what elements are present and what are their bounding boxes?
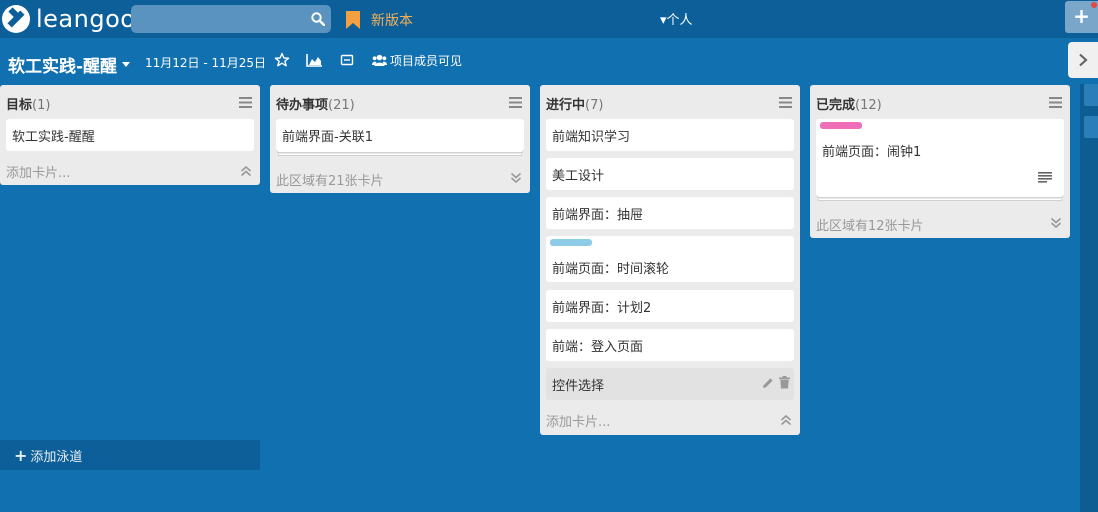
visibility-label: 项目成员可见 [390, 54, 463, 68]
rail-tab[interactable] [1084, 116, 1098, 138]
list-goals: 目标(1) 软工实践-醒醒 添加卡片... [0, 85, 260, 185]
list-in-progress: 进行中(7) 前端知识学习 美工设计 前端界面：抽屉 前端页面：时间滚轮 前端界… [540, 85, 800, 435]
card-title: 前端界面：计划2 [552, 301, 652, 316]
list-count: (12) [855, 98, 882, 113]
hidden-cards-info[interactable]: 此区域有21张卡片 [276, 170, 384, 189]
card-title: 软工实践-醒醒 [12, 130, 95, 145]
list-title[interactable]: 进行中(7) [546, 94, 603, 113]
card-stack-edge [278, 154, 522, 156]
leangoo-logo-icon [2, 5, 30, 33]
hidden-cards-info[interactable]: 此区域有12张卡片 [816, 215, 924, 234]
edit-icon[interactable] [762, 377, 774, 389]
search-box [131, 5, 331, 33]
expand-down-icon[interactable] [1050, 217, 1062, 229]
list-header: 待办事项(21) [270, 85, 530, 119]
collapse-icon[interactable] [340, 52, 354, 68]
new-version-label: 新版本 [371, 13, 413, 29]
card[interactable]: 前端页面：时间滚轮 [546, 236, 794, 282]
search-input[interactable] [131, 5, 301, 33]
list-menu-icon[interactable] [239, 97, 252, 108]
list-title-text: 目标 [6, 98, 33, 113]
star-icon[interactable] [274, 52, 290, 68]
card[interactable]: 前端知识学习 [546, 119, 794, 151]
card-stack-edge [817, 196, 1063, 198]
logo-text: leangoo [36, 5, 136, 33]
list-header: 目标(1) [0, 85, 260, 119]
new-version-link[interactable]: 新版本 [346, 10, 413, 30]
list-count: (7) [585, 98, 604, 113]
collapse-up-icon[interactable] [240, 165, 252, 177]
list-todo: 待办事项(21) 前端界面-关联1 此区域有21张卡片 [270, 85, 530, 193]
side-panel-toggle[interactable] [1068, 42, 1098, 78]
sprint-date-range[interactable]: 11月12日 - 11月25日 [145, 54, 266, 71]
card-title: 前端：登入页面 [552, 340, 644, 355]
card[interactable]: 前端界面：计划2 [546, 290, 794, 322]
chart-icon[interactable] [306, 52, 323, 68]
list-title[interactable]: 待办事项(21) [276, 94, 355, 113]
card[interactable]: 前端页面：闹钟1 [816, 119, 1064, 196]
card[interactable]: 软工实践-醒醒 [6, 119, 254, 151]
list-title-text: 待办事项 [276, 98, 329, 113]
notification-dot [1091, 2, 1097, 8]
list-count: (1) [32, 98, 51, 113]
list-menu-icon[interactable] [509, 97, 522, 108]
board-title: 软工实践-醒醒 [8, 57, 118, 77]
card-stack-edge [277, 151, 523, 153]
list-header: 进行中(7) [540, 85, 800, 119]
add-lane-label: 添加泳道 [30, 449, 83, 465]
card-title: 前端页面：闹钟1 [822, 145, 922, 160]
list-menu-icon[interactable] [779, 97, 792, 108]
search-icon[interactable] [311, 12, 325, 26]
board-header: 软工实践-醒醒 11月12日 - 11月25日 项目成员可见 [0, 38, 1098, 84]
expand-down-icon[interactable] [510, 172, 522, 184]
persona-dropdown[interactable]: ▾个人 [660, 9, 693, 28]
plus-icon: + [14, 445, 28, 465]
caret-down-icon [122, 62, 131, 67]
add-lane-button[interactable]: + 添加泳道 [0, 440, 260, 470]
list-header: 已完成(12) [810, 85, 1070, 119]
card-title: 美工设计 [552, 169, 605, 184]
description-icon [1038, 172, 1052, 183]
card[interactable]: 控件选择 [546, 368, 794, 400]
card[interactable]: 前端界面：抽屉 [546, 197, 794, 229]
list-done: 已完成(12) 前端页面：闹钟1 此区域有12张卡片 [810, 85, 1070, 238]
card[interactable]: 美工设计 [546, 158, 794, 190]
collapse-up-icon[interactable] [780, 414, 792, 426]
card[interactable]: 前端界面-关联1 [276, 119, 524, 151]
logo[interactable]: leangoo [2, 5, 135, 33]
bookmark-icon [346, 11, 360, 29]
list-count: (21) [328, 98, 355, 113]
add-card-link[interactable]: 添加卡片... [6, 162, 70, 181]
card-title: 前端界面-关联1 [282, 130, 373, 145]
list-title[interactable]: 已完成(12) [816, 94, 882, 113]
add-card-link[interactable]: 添加卡片... [546, 411, 610, 430]
card-title: 控件选择 [552, 379, 605, 394]
chevron-right-icon [1079, 53, 1088, 67]
card-stack-edge [818, 199, 1062, 201]
visibility-setting[interactable]: 项目成员可见 [372, 52, 462, 69]
list-title-text: 进行中 [546, 98, 586, 113]
card-title: 前端页面：时间滚轮 [552, 262, 670, 277]
users-icon [372, 54, 387, 66]
rail-tab[interactable] [1084, 84, 1098, 106]
card-label [820, 122, 862, 129]
list-menu-icon[interactable] [1049, 97, 1062, 108]
right-rail [1080, 84, 1098, 512]
board-title-dropdown[interactable]: 软工实践-醒醒 [8, 52, 131, 77]
list-title-text: 已完成 [816, 98, 856, 113]
card[interactable]: 前端：登入页面 [546, 329, 794, 361]
card-title: 前端知识学习 [552, 130, 631, 145]
card-title: 前端界面：抽屉 [552, 208, 644, 223]
list-title[interactable]: 目标(1) [6, 94, 50, 113]
card-label [550, 239, 592, 246]
trash-icon[interactable] [779, 376, 790, 389]
